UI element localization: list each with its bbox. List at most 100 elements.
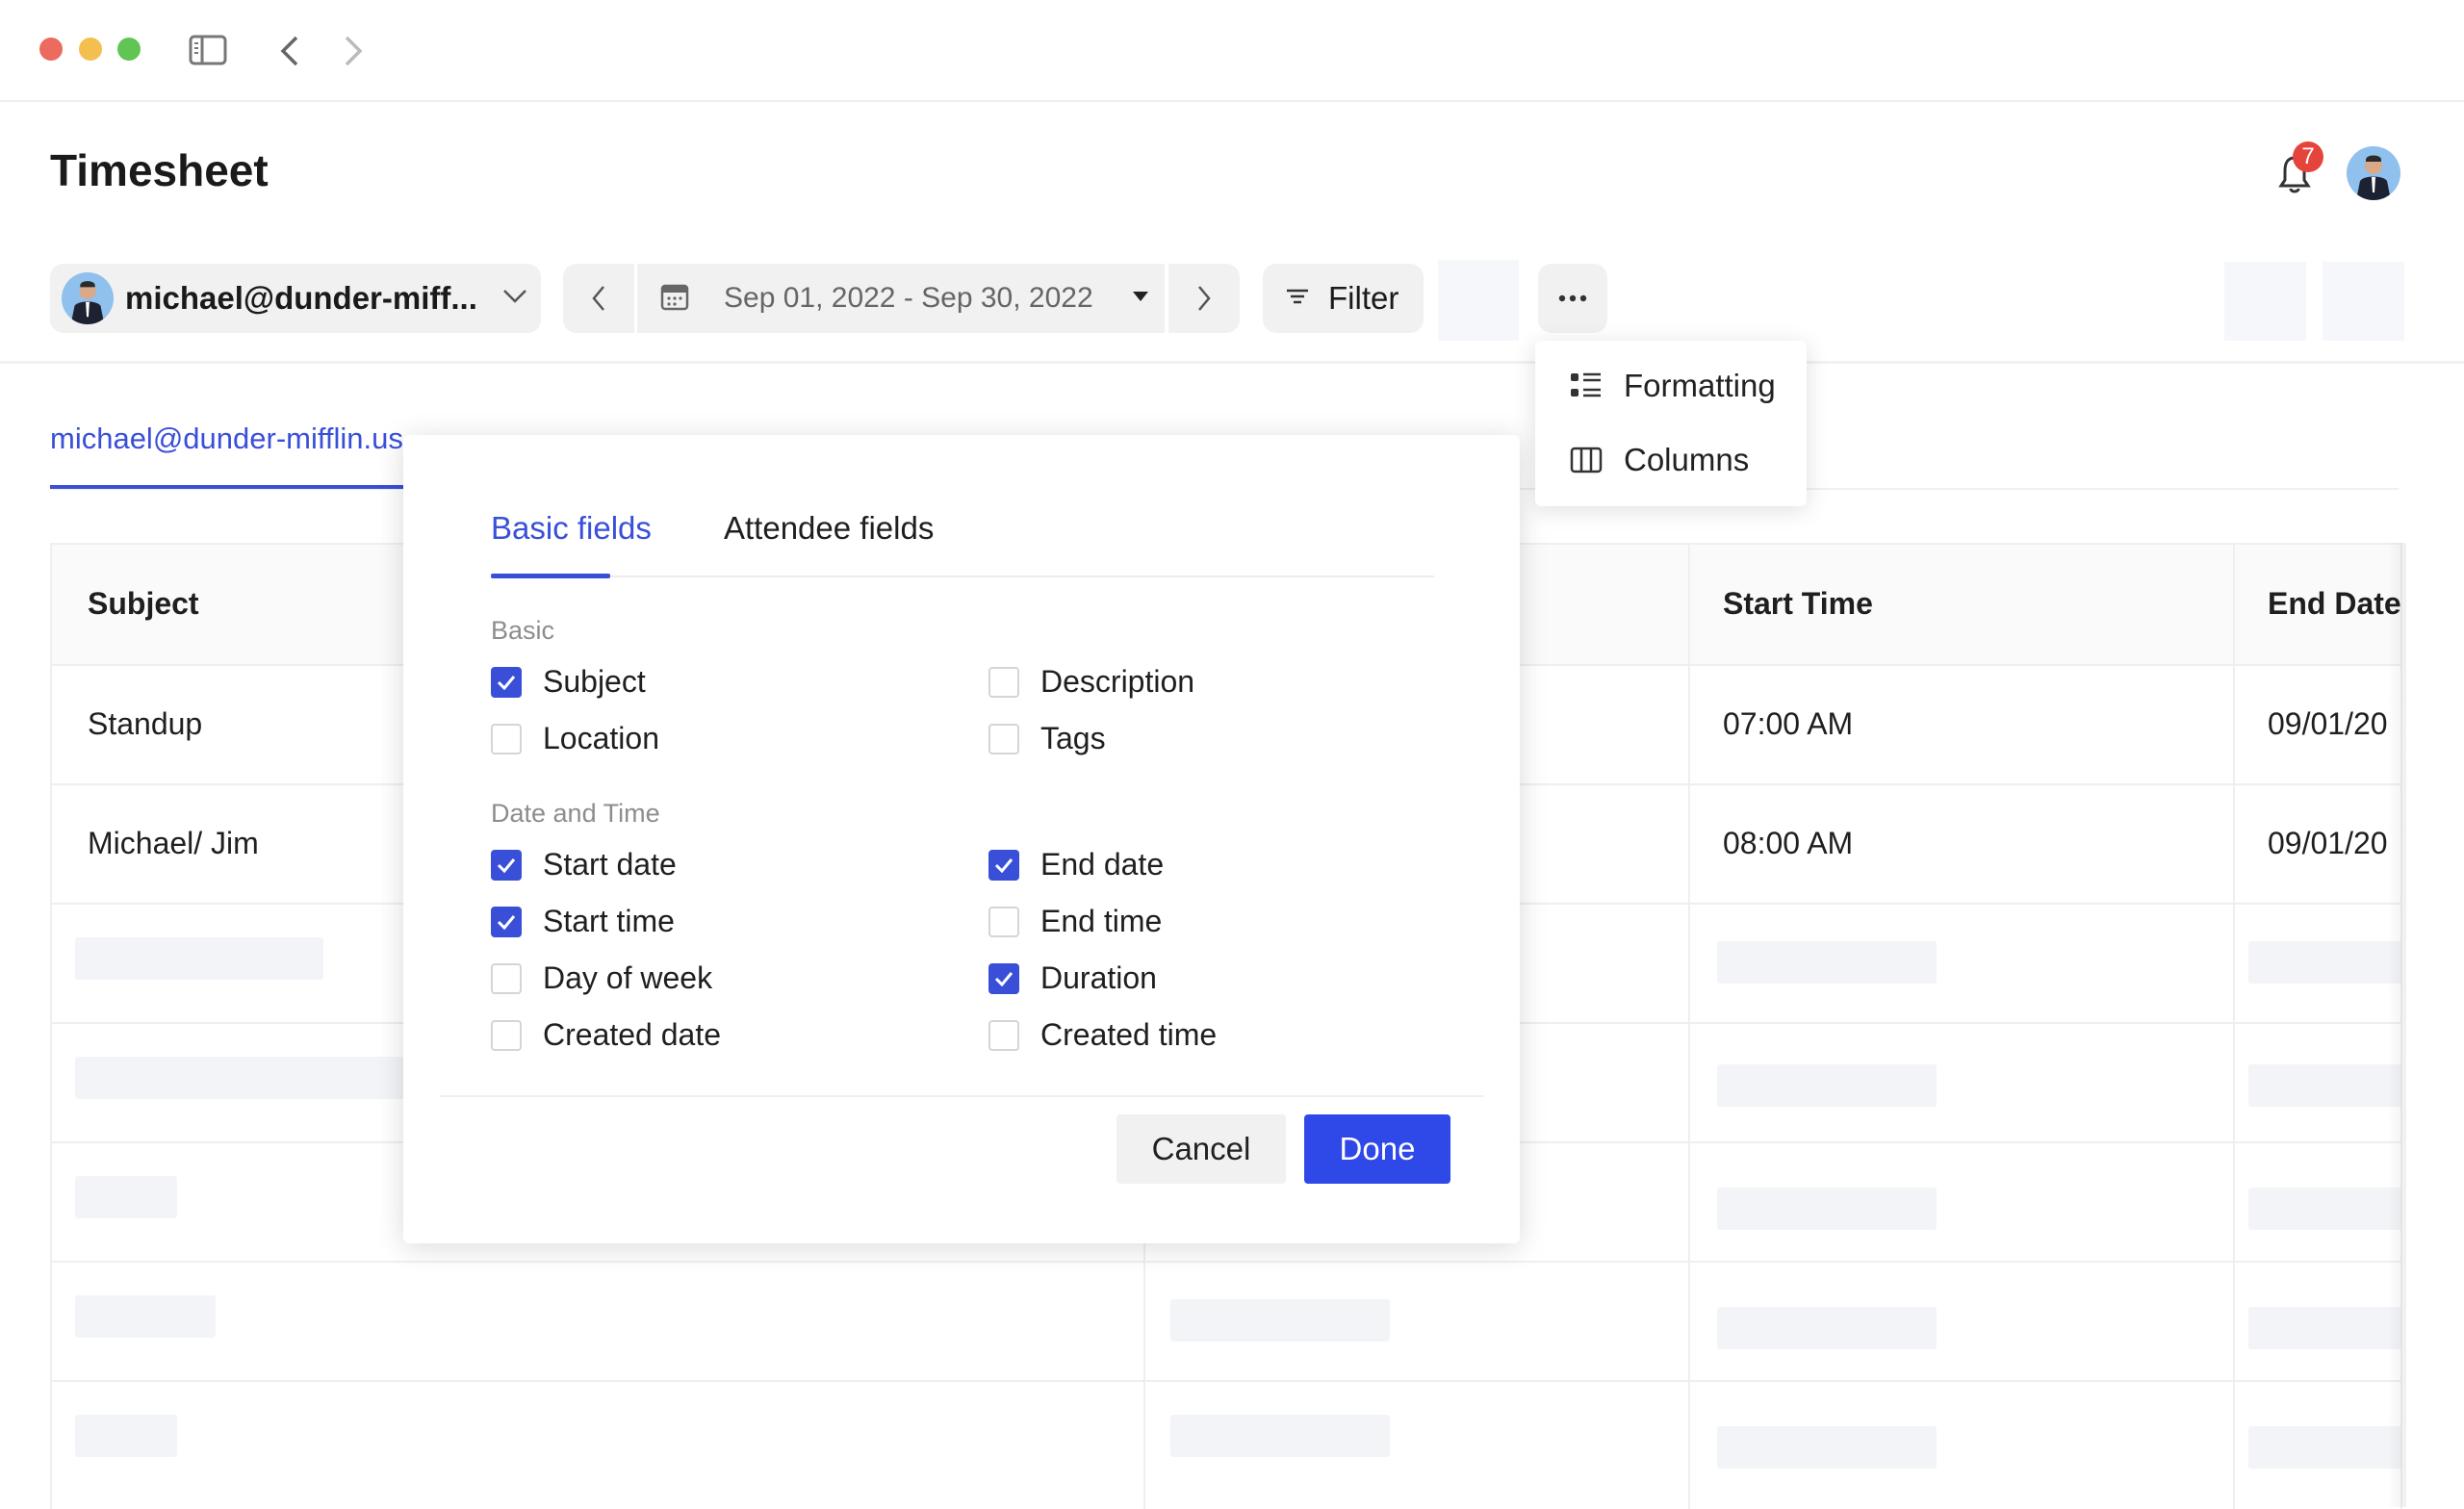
check-icon — [497, 914, 516, 930]
menu-item-formatting[interactable]: Formatting — [1570, 368, 1776, 404]
filter-button[interactable]: Filter — [1263, 264, 1424, 333]
checkbox-box[interactable] — [491, 962, 522, 994]
checkbox-label: Start time — [543, 904, 675, 938]
active-tab-underline — [50, 485, 406, 489]
window-maximize-button[interactable] — [117, 38, 141, 61]
checkbox-box[interactable] — [491, 666, 522, 698]
loading-skeleton — [2248, 1188, 2400, 1230]
date-range-value: Sep 01, 2022 - Sep 30, 2022 — [724, 282, 1093, 314]
loading-skeleton — [75, 1057, 431, 1099]
checkbox-box[interactable] — [491, 849, 522, 881]
user-select[interactable]: michael@dunder-miff... — [50, 264, 541, 333]
checkbox-label: Duration — [1040, 960, 1157, 995]
section-title-date-and-time: Date and Time — [491, 799, 660, 828]
checkbox-start-date[interactable]: Start date — [491, 847, 677, 882]
table-cell-end-date: 09/01/20 — [2268, 706, 2388, 741]
toolbar-divider — [0, 361, 2464, 364]
cancel-button[interactable]: Cancel — [1116, 1114, 1286, 1184]
loading-skeleton — [75, 937, 323, 980]
checkbox-label: Start date — [543, 847, 677, 882]
toolbar-placeholder — [2323, 262, 2404, 341]
checkbox-label: Created time — [1040, 1017, 1218, 1052]
loading-skeleton — [75, 1295, 216, 1338]
checkbox-box[interactable] — [988, 849, 1019, 881]
checkbox-end-date[interactable]: End date — [988, 847, 1164, 882]
checkbox-label: Description — [1040, 664, 1195, 699]
columns-icon — [1570, 446, 1603, 474]
dialog-footer-divider — [440, 1095, 1483, 1097]
window-close-button[interactable] — [39, 38, 63, 61]
loading-skeleton — [1717, 1064, 1937, 1107]
tab-basic-fields[interactable]: Basic fields — [491, 510, 652, 547]
chevron-left-icon — [592, 286, 604, 311]
loading-skeleton — [1170, 1415, 1390, 1457]
checkbox-label: Day of week — [543, 960, 713, 995]
checkbox-subject[interactable]: Subject — [491, 664, 646, 700]
calendar-icon — [660, 282, 689, 316]
checkbox-box[interactable] — [988, 666, 1019, 698]
table-cell-subject: Standup — [88, 706, 203, 741]
chevron-down-icon — [502, 289, 527, 309]
checkbox-label: End date — [1040, 847, 1165, 882]
table-cell-subject: Michael/ Jim — [88, 826, 259, 860]
forward-arrow-icon[interactable] — [341, 35, 366, 72]
checkbox-label: End time — [1040, 904, 1163, 938]
toolbar-placeholder — [1438, 260, 1519, 341]
more-options-button[interactable] — [1538, 264, 1607, 333]
column-header-subject[interactable]: Subject — [88, 586, 199, 622]
more-options-menu: Formatting Columns — [1535, 341, 1807, 506]
sidebar-toggle-icon[interactable] — [189, 35, 227, 65]
loading-skeleton — [1717, 1426, 1937, 1469]
menu-item-columns[interactable]: Columns — [1570, 442, 1749, 478]
date-range-picker[interactable]: Sep 01, 2022 - Sep 30, 2022 — [637, 264, 1165, 333]
checkbox-location[interactable]: Location — [491, 721, 659, 756]
column-header-end-date[interactable]: End Date — [2268, 586, 2400, 622]
checkbox-box[interactable] — [988, 723, 1019, 754]
checkbox-day-of-week[interactable]: Day of week — [491, 960, 712, 996]
checkbox-created-date[interactable]: Created date — [491, 1017, 721, 1053]
column-divider — [1688, 545, 1690, 1509]
table-cell-start-time: 07:00 AM — [1723, 706, 1854, 741]
menu-item-label: Formatting — [1624, 368, 1776, 403]
date-next-button[interactable] — [1168, 264, 1240, 333]
tab-attendee-fields[interactable]: Attendee fields — [724, 510, 934, 547]
dialog-tab-divider — [491, 575, 1434, 577]
user-avatar[interactable] — [2347, 146, 2400, 200]
back-arrow-icon[interactable] — [277, 35, 302, 72]
loading-skeleton — [75, 1415, 177, 1457]
checkbox-box[interactable] — [988, 906, 1019, 937]
user-select-value: michael@dunder-miff... — [125, 280, 477, 316]
done-button[interactable]: Done — [1304, 1114, 1450, 1184]
checkbox-label: Subject — [543, 664, 646, 699]
loading-skeleton — [2248, 1307, 2400, 1349]
checkbox-box[interactable] — [491, 906, 522, 937]
row-divider — [52, 1380, 2400, 1382]
checkbox-start-time[interactable]: Start time — [491, 904, 675, 939]
checkbox-tags[interactable]: Tags — [988, 721, 1106, 756]
section-title-basic: Basic — [491, 616, 555, 645]
loading-skeleton — [1717, 941, 1937, 984]
checkbox-description[interactable]: Description — [988, 664, 1194, 700]
table-cell-start-time: 08:00 AM — [1723, 826, 1854, 860]
checkbox-box[interactable] — [988, 962, 1019, 994]
notification-badge: 7 — [2293, 141, 2323, 172]
window-minimize-button[interactable] — [79, 38, 102, 61]
checkbox-box[interactable] — [491, 1019, 522, 1051]
checkbox-label: Location — [543, 721, 659, 755]
checkbox-label: Tags — [1040, 721, 1106, 755]
dialog-active-tab-underline — [491, 574, 610, 578]
checkbox-duration[interactable]: Duration — [988, 960, 1157, 996]
chevron-right-icon — [1198, 286, 1211, 311]
list-formatting-icon — [1570, 371, 1603, 400]
checkbox-created-time[interactable]: Created time — [988, 1017, 1217, 1053]
tab-user-michael[interactable]: michael@dunder-mifflin.us — [50, 422, 403, 456]
checkbox-end-time[interactable]: End time — [988, 904, 1162, 939]
loading-skeleton — [2248, 1426, 2400, 1469]
page-title: Timesheet — [50, 145, 269, 195]
column-header-start-time[interactable]: Start Time — [1723, 586, 1873, 622]
date-prev-button[interactable] — [563, 264, 634, 333]
checkbox-box[interactable] — [491, 723, 522, 754]
checkbox-box[interactable] — [988, 1019, 1019, 1051]
check-icon — [497, 857, 516, 873]
column-divider — [2233, 545, 2235, 1509]
